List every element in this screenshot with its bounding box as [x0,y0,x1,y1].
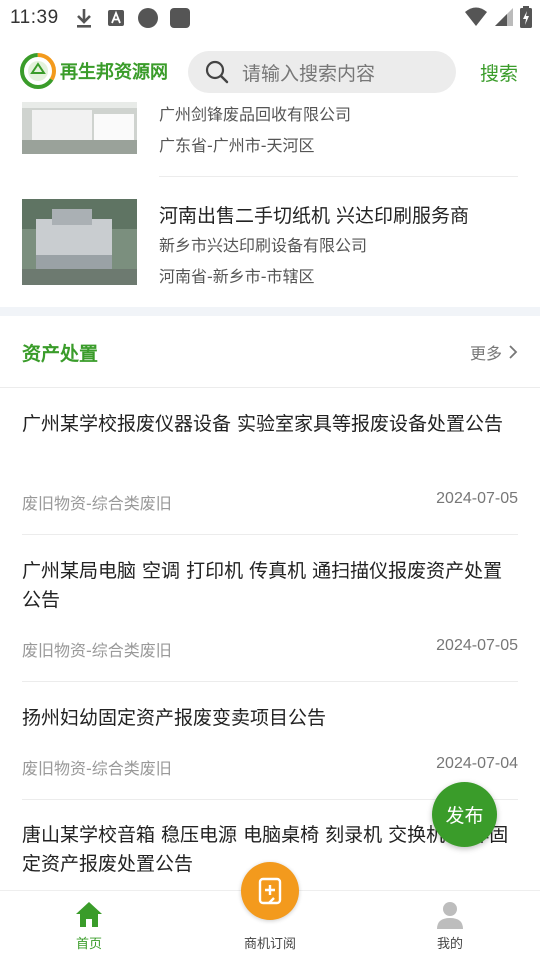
search-icon [205,60,229,84]
user-icon [437,902,463,929]
search-button[interactable]: 搜索 [480,59,518,86]
recycle-logo-icon [20,53,56,89]
app-header: 再生邦资源网 请输入搜索内容 搜索 [0,44,540,102]
notice-category: 废旧物资-综合类废旧 [22,759,172,778]
more-label: 更多 [469,344,502,363]
status-time: 11:39 [10,7,59,28]
notice-item[interactable]: 广州某局电脑 空调 打印机 传真机 通扫描仪报废资产处置公告 废旧物资-综合类废… [22,557,518,667]
notice-date: 2024-07-05 [436,637,518,654]
notice-item[interactable]: 广州某学校报废仪器设备 实验室家具等报废设备处置公告 废旧物资-综合类废旧 20… [22,410,518,520]
publish-button[interactable]: 发布 [432,782,497,847]
notice-date: 2024-07-04 [436,755,518,772]
nav-home[interactable]: 首页 [29,891,149,960]
search-placeholder: 请输入搜索内容 [242,62,376,85]
nav-mine[interactable]: 我的 [390,891,510,960]
signal-icon [494,6,514,32]
product-company: 广州剑锋废品回收有限公司 [159,105,352,124]
square-icon [169,7,191,29]
list-item[interactable]: 广州剑锋废品回收有限公司 广东省-广州市-天河区 [22,102,518,174]
divider [22,534,518,535]
asset-section-header: 资产处置 更多 [0,316,540,388]
logo[interactable]: 再生邦资源网 [20,53,168,89]
circle-icon [137,7,159,29]
section-divider [0,307,540,316]
text-icon [105,7,127,29]
more-link[interactable]: 更多 [470,340,518,364]
home-icon [76,902,102,927]
notice-title: 扬州妇幼固定资产报废变卖项目公告 [22,707,327,729]
battery-icon [520,6,532,32]
search-input[interactable]: 请输入搜索内容 [188,51,456,93]
product-title: 河南出售二手切纸机 兴达印刷服务商 [159,205,470,227]
product-company: 新乡市兴达印刷设备有限公司 [159,236,368,255]
divider [159,176,518,177]
download-icon [73,7,95,29]
product-region: 广东省-广州市-天河区 [159,136,315,155]
product-region: 河南省-新乡市-市辖区 [159,267,315,286]
subscribe-icon [258,877,282,905]
product-image [22,199,137,285]
list-item[interactable]: 河南出售二手切纸机 兴达印刷服务商 新乡市兴达印刷设备有限公司 河南省-新乡市-… [22,199,518,305]
subscribe-fab[interactable] [241,862,299,920]
divider [22,681,518,682]
notice-date: 2024-07-05 [436,490,518,507]
product-image [22,102,137,154]
status-bar: 11:39 [0,0,540,36]
notice-category: 废旧物资-综合类废旧 [22,641,172,660]
product-list: 广州剑锋废品回收有限公司 广东省-广州市-天河区 河南出售二手切纸机 兴达印刷服… [0,102,540,307]
wifi-icon [464,6,488,32]
section-title: 资产处置 [22,343,99,365]
notice-item[interactable]: 扬州妇幼固定资产报废变卖项目公告 废旧物资-综合类废旧 2024-07-04 [22,704,518,784]
nav-subscribe-label: 商机订阅 [243,937,296,952]
logo-text: 再生邦资源网 [60,62,168,83]
notice-title: 广州某学校报废仪器设备 实验室家具等报废设备处置公告 [22,413,504,435]
nav-mine-label: 我的 [436,937,463,952]
chevron-right-icon [509,345,518,359]
notice-title: 广州某局电脑 空调 打印机 传真机 通扫描仪报废资产处置公告 [22,560,503,611]
nav-home-label: 首页 [75,937,102,952]
notice-category: 废旧物资-综合类废旧 [22,494,172,513]
